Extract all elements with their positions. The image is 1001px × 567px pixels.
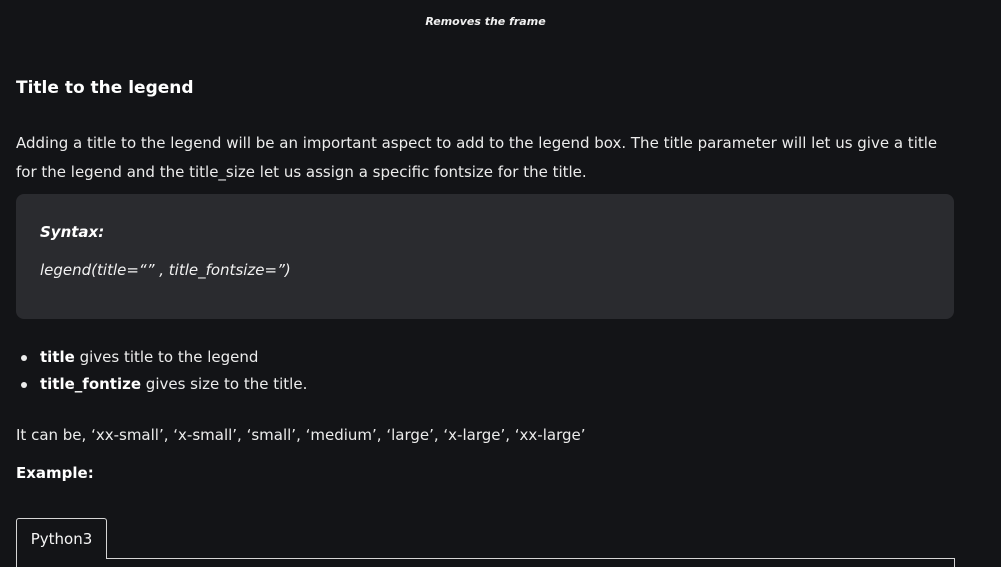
parameter-term: title — [40, 348, 75, 366]
tab-python3[interactable]: Python3 — [16, 518, 107, 559]
list-item: title gives title to the legend — [16, 344, 307, 371]
parameter-term: title_fontize — [40, 375, 142, 393]
figure-caption: Removes the frame — [425, 15, 546, 28]
list-item: title_fontize gives size to the title. — [16, 371, 307, 398]
intro-paragraph: Adding a title to the legend will be an … — [16, 134, 938, 181]
syntax-code: legend(title=“” , title_fontsize=”) — [40, 261, 291, 279]
section-heading: Title to the legend — [16, 78, 194, 98]
fontsize-values-text: It can be, ‘xx-small’, ‘x-small’, ‘small… — [16, 426, 586, 444]
syntax-label: Syntax: — [40, 223, 105, 241]
parameter-description: gives size to the title. — [141, 375, 308, 393]
article-page: Removes the frame Title to the legend Ad… — [0, 0, 1001, 567]
parameter-description: gives title to the legend — [74, 348, 259, 366]
syntax-box: Syntax: legend(title=“” , title_fontsize… — [16, 194, 954, 319]
parameter-list: title gives title to the legend title_fo… — [16, 344, 307, 398]
code-panel — [16, 558, 955, 567]
example-heading: Example: — [16, 464, 94, 482]
